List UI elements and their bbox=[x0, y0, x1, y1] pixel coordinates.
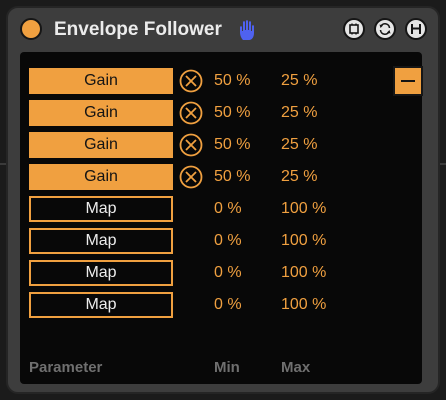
map-button[interactable]: Map bbox=[29, 228, 173, 254]
envelope-follower-device: Envelope Follower Gain 50 % 25 % Gain 50… bbox=[6, 6, 440, 394]
column-header-min: Min bbox=[214, 359, 240, 376]
minus-bar bbox=[401, 80, 415, 82]
map-button[interactable]: Map bbox=[29, 196, 173, 222]
mapping-row: Map 0 % 100 % bbox=[20, 260, 422, 286]
freeze-icon bbox=[349, 23, 359, 35]
mapping-row: Map 0 % 100 % bbox=[20, 292, 422, 318]
max-value[interactable]: 25 % bbox=[281, 164, 317, 190]
clear-mapping-icon[interactable] bbox=[179, 133, 203, 157]
hand-icon[interactable] bbox=[238, 19, 258, 41]
clear-mapping-icon[interactable] bbox=[179, 165, 203, 189]
map-button[interactable]: Map bbox=[29, 292, 173, 318]
max-value[interactable]: 100 % bbox=[281, 292, 326, 318]
max-value[interactable]: 100 % bbox=[281, 228, 326, 254]
mapping-panel: Gain 50 % 25 % Gain 50 % 25 % Gain 50 % 25 % Gain… bbox=[20, 52, 423, 384]
minus-icon[interactable] bbox=[393, 66, 423, 96]
mapped-parameter-button[interactable]: Gain bbox=[29, 68, 173, 94]
refresh-button[interactable] bbox=[374, 18, 396, 40]
mapping-row: Gain 50 % 25 % bbox=[20, 100, 422, 126]
mapped-parameter-button[interactable]: Gain bbox=[29, 164, 173, 190]
mapping-row: Map 0 % 100 % bbox=[20, 196, 422, 222]
mapping-row: Gain 50 % 25 % bbox=[20, 164, 422, 190]
column-header-parameter: Parameter bbox=[29, 359, 103, 376]
max-value[interactable]: 25 % bbox=[281, 100, 317, 126]
min-value[interactable]: 50 % bbox=[214, 132, 250, 158]
device-title: Envelope Follower bbox=[54, 19, 222, 40]
min-value[interactable]: 0 % bbox=[214, 292, 242, 318]
min-value[interactable]: 0 % bbox=[214, 260, 242, 286]
save-icon bbox=[411, 24, 421, 34]
mapping-row: Map 0 % 100 % bbox=[20, 228, 422, 254]
min-value[interactable]: 0 % bbox=[214, 228, 242, 254]
max-value[interactable]: 25 % bbox=[281, 132, 317, 158]
refresh-icon bbox=[379, 22, 391, 36]
max-value[interactable]: 25 % bbox=[281, 68, 317, 94]
clear-mapping-icon[interactable] bbox=[179, 101, 203, 125]
mapped-parameter-button[interactable]: Gain bbox=[29, 100, 173, 126]
min-value[interactable]: 0 % bbox=[214, 196, 242, 222]
save-button[interactable] bbox=[405, 18, 427, 40]
clear-mapping-icon[interactable] bbox=[179, 69, 203, 93]
map-button[interactable]: Map bbox=[29, 260, 173, 286]
mapping-row: Gain 50 % 25 % bbox=[20, 68, 422, 94]
min-value[interactable]: 50 % bbox=[214, 68, 250, 94]
device-header: Envelope Follower bbox=[8, 8, 438, 50]
max-value[interactable]: 100 % bbox=[281, 196, 326, 222]
mapped-parameter-button[interactable]: Gain bbox=[29, 132, 173, 158]
power-icon[interactable] bbox=[20, 18, 42, 40]
track-line-right bbox=[440, 163, 446, 165]
max-value[interactable]: 100 % bbox=[281, 260, 326, 286]
column-header-max: Max bbox=[281, 359, 311, 376]
min-value[interactable]: 50 % bbox=[214, 164, 250, 190]
min-value[interactable]: 50 % bbox=[214, 100, 250, 126]
freeze-button[interactable] bbox=[343, 18, 365, 40]
mapping-row: Gain 50 % 25 % bbox=[20, 132, 422, 158]
